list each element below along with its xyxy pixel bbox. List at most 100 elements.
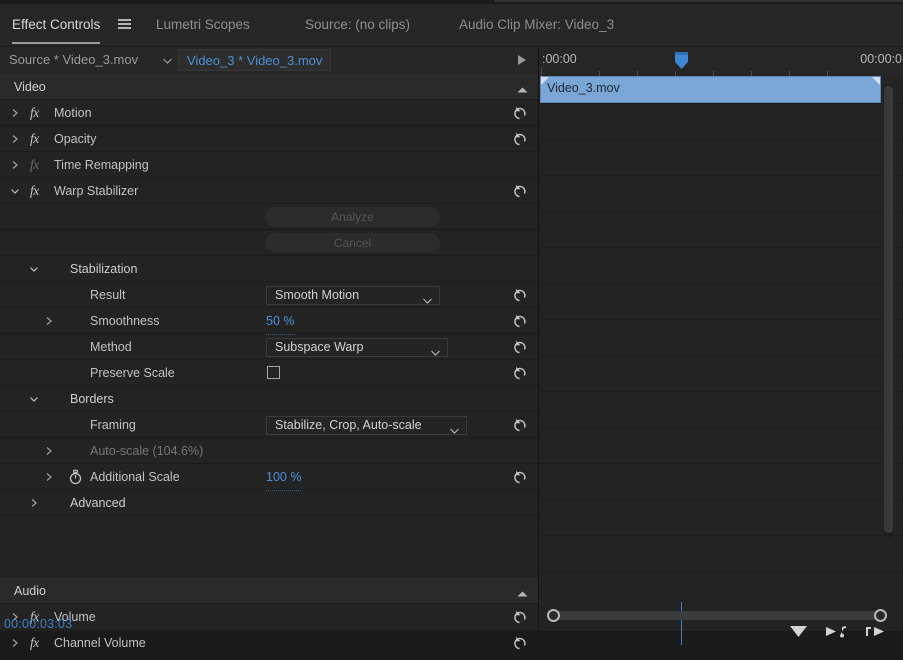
track-separator bbox=[539, 427, 903, 428]
analyze-row: Analyze bbox=[0, 204, 538, 230]
active-tab-underline bbox=[12, 42, 100, 44]
target-sequence-clip[interactable]: Video_3 * Video_3.mov bbox=[178, 49, 331, 71]
tab-effect-controls[interactable]: Effect Controls bbox=[12, 14, 100, 36]
framing-dropdown-value: Stabilize, Crop, Auto-scale bbox=[275, 417, 422, 434]
reset-button-channel-volume[interactable] bbox=[512, 635, 528, 651]
property-row-method[interactable]: Method Subspace Warp bbox=[0, 334, 538, 360]
reset-button-additional-scale[interactable] bbox=[512, 469, 528, 485]
section-header-video-label: Video bbox=[14, 74, 46, 100]
disclosure-triangle-smoothness[interactable] bbox=[44, 316, 54, 326]
effect-row-opacity[interactable]: fx Opacity bbox=[0, 126, 538, 152]
effect-row-time-remapping[interactable]: fx Time Remapping bbox=[0, 152, 538, 178]
property-row-framing[interactable]: Framing Stabilize, Crop, Auto-scale bbox=[0, 412, 538, 438]
effect-row-motion[interactable]: fx Motion bbox=[0, 100, 538, 126]
disclosure-triangle-auto-scale[interactable] bbox=[44, 446, 54, 456]
disclosure-triangle-time-remapping[interactable] bbox=[10, 160, 20, 170]
property-row-smoothness-label: Smoothness bbox=[90, 308, 159, 334]
reset-button-result[interactable] bbox=[512, 287, 528, 303]
track-separator bbox=[539, 319, 903, 320]
ruler-end-label: 00:00:0 bbox=[860, 52, 902, 66]
fx-badge-channel-volume: fx bbox=[30, 635, 46, 651]
property-row-result[interactable]: Result Smooth Motion bbox=[0, 282, 538, 308]
time-ruler[interactable]: :00:00 00:00:0 bbox=[539, 47, 903, 77]
property-row-auto-scale-label: Auto-scale (104.6%) bbox=[90, 438, 203, 464]
property-row-smoothness[interactable]: Smoothness 50 % bbox=[0, 308, 538, 334]
effect-row-warp-stabilizer[interactable]: fx Warp Stabilizer bbox=[0, 178, 538, 204]
track-separator bbox=[539, 211, 903, 212]
track-separator bbox=[539, 535, 903, 536]
effect-row-opacity-label: Opacity bbox=[54, 126, 96, 152]
additional-scale-value[interactable]: 100 % bbox=[266, 464, 301, 491]
ruler-tick bbox=[541, 67, 542, 76]
clip-corner-handle[interactable] bbox=[872, 77, 880, 85]
chevron-down-icon[interactable] bbox=[163, 58, 172, 64]
panel-seam bbox=[495, 0, 903, 2]
disclosure-triangle-channel-volume[interactable] bbox=[10, 638, 20, 648]
chevron-down-icon bbox=[431, 345, 440, 351]
tab-source[interactable]: Source: (no clips) bbox=[305, 14, 410, 36]
property-row-preserve-scale[interactable]: Preserve Scale bbox=[0, 360, 538, 386]
disclosure-triangle-additional-scale[interactable] bbox=[44, 472, 54, 482]
result-dropdown[interactable]: Smooth Motion bbox=[266, 286, 440, 305]
effect-row-channel-volume[interactable]: fx Channel Volume bbox=[0, 630, 538, 656]
track-separator bbox=[539, 391, 903, 392]
method-dropdown[interactable]: Subspace Warp bbox=[266, 338, 448, 357]
preserve-scale-checkbox[interactable] bbox=[267, 366, 280, 379]
hamburger-menu-icon[interactable] bbox=[118, 19, 131, 29]
effect-controls-panel: Source * Video_3.mov Video_3 * Video_3.m… bbox=[0, 47, 539, 631]
source-clip-label[interactable]: Source * Video_3.mov bbox=[9, 52, 138, 67]
track-separator bbox=[539, 103, 903, 104]
playhead-marker-icon[interactable] bbox=[674, 52, 689, 70]
group-header-borders-label: Borders bbox=[70, 386, 114, 412]
property-row-method-label: Method bbox=[90, 334, 132, 360]
framing-dropdown[interactable]: Stabilize, Crop, Auto-scale bbox=[266, 416, 467, 435]
clip-selector-header: Source * Video_3.mov Video_3 * Video_3.m… bbox=[0, 47, 538, 75]
disclosure-triangle-borders[interactable] bbox=[29, 394, 39, 404]
reset-button-framing[interactable] bbox=[512, 417, 528, 433]
disclosure-triangle-opacity[interactable] bbox=[10, 134, 20, 144]
track-separator bbox=[539, 139, 903, 140]
property-row-additional-scale-label: Additional Scale bbox=[90, 464, 180, 490]
vertical-scrollbar-thumb[interactable] bbox=[884, 86, 893, 533]
reset-button-warp-stabilizer[interactable] bbox=[512, 183, 528, 199]
group-header-stabilization[interactable]: Stabilization bbox=[0, 256, 538, 282]
reset-button-preserve-scale[interactable] bbox=[512, 365, 528, 381]
method-dropdown-value: Subspace Warp bbox=[275, 339, 363, 356]
fx-badge-time-remapping: fx bbox=[30, 157, 46, 173]
tab-lumetri-scopes[interactable]: Lumetri Scopes bbox=[156, 14, 250, 36]
reset-button-smoothness[interactable] bbox=[512, 313, 528, 329]
track-separator bbox=[539, 355, 903, 356]
fx-badge-motion: fx bbox=[30, 105, 46, 121]
track-separator bbox=[539, 247, 903, 248]
group-header-stabilization-label: Stabilization bbox=[70, 256, 137, 282]
disclosure-triangle-stabilization[interactable] bbox=[29, 264, 39, 274]
cancel-button[interactable]: Cancel bbox=[265, 233, 440, 253]
group-header-borders[interactable]: Borders bbox=[0, 386, 538, 412]
stopwatch-icon[interactable] bbox=[68, 469, 83, 485]
fx-badge-warp-stabilizer: fx bbox=[30, 183, 46, 199]
play-arrow-icon[interactable] bbox=[518, 55, 526, 65]
analyze-button[interactable]: Analyze bbox=[265, 207, 440, 227]
ruler-start-label: :00:00 bbox=[542, 52, 577, 66]
fx-badge-opacity: fx bbox=[30, 131, 46, 147]
disclosure-triangle-warp-stabilizer[interactable] bbox=[10, 186, 20, 196]
reset-button-motion[interactable] bbox=[512, 105, 528, 121]
timeline-clip-video3[interactable]: Video_3.mov bbox=[540, 76, 881, 103]
tab-lumetri-scopes-label: Lumetri Scopes bbox=[156, 17, 250, 32]
tab-audio-clip-mixer-label: Audio Clip Mixer: Video_3 bbox=[459, 17, 614, 32]
tab-effect-controls-label: Effect Controls bbox=[12, 17, 100, 32]
caret-up-icon[interactable] bbox=[517, 83, 528, 91]
property-row-auto-scale[interactable]: Auto-scale (104.6%) bbox=[0, 438, 538, 464]
chevron-down-icon bbox=[423, 293, 432, 299]
disclosure-triangle-advanced[interactable] bbox=[29, 498, 39, 508]
smoothness-value[interactable]: 50 % bbox=[266, 308, 295, 335]
property-row-preserve-scale-label: Preserve Scale bbox=[90, 360, 175, 386]
group-header-advanced[interactable]: Advanced bbox=[0, 490, 538, 516]
reset-button-opacity[interactable] bbox=[512, 131, 528, 147]
property-row-additional-scale[interactable]: Additional Scale 100 % bbox=[0, 464, 538, 490]
reset-button-method[interactable] bbox=[512, 339, 528, 355]
tab-audio-clip-mixer[interactable]: Audio Clip Mixer: Video_3 bbox=[459, 14, 614, 36]
section-header-video[interactable]: Video bbox=[0, 74, 538, 100]
disclosure-triangle-motion[interactable] bbox=[10, 108, 20, 118]
chevron-down-icon bbox=[450, 423, 459, 429]
